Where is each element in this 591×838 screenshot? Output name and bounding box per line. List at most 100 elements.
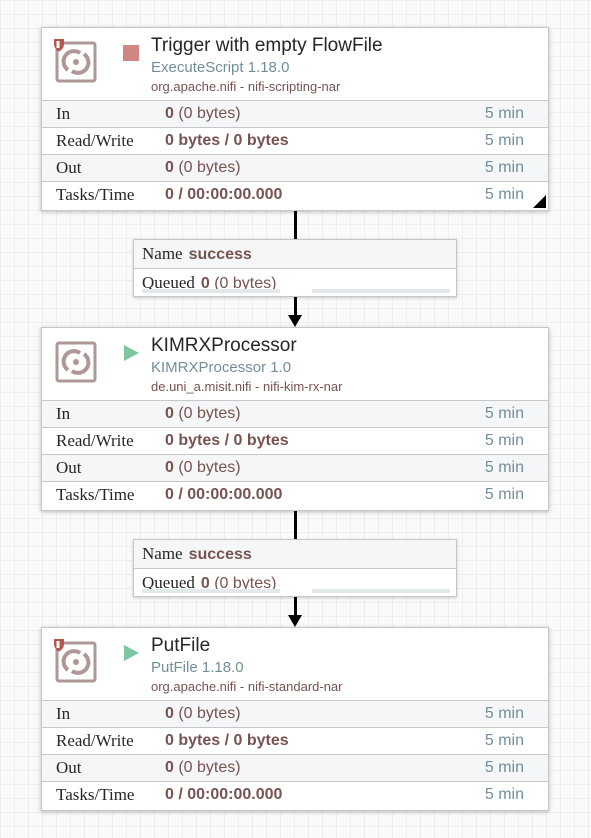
stat-time: 5 min: [484, 705, 524, 722]
connection-arrow-icon: [288, 315, 302, 327]
stat-row-out: Out 0 (0 bytes) 5 min: [42, 455, 548, 482]
stat-label: Tasks/Time: [56, 785, 135, 804]
stat-row-read-write: Read/Write 0 bytes / 0 bytes 5 min: [42, 428, 548, 455]
stat-value: 0 (0 bytes): [165, 155, 241, 181]
processor-bundle: org.apache.nifi - nifi-standard-nar: [151, 679, 343, 694]
processor-kimrx[interactable]: KIMRXProcessor KIMRXProcessor 1.0 de.uni…: [41, 327, 549, 511]
processor-bundle: org.apache.nifi - nifi-scripting-nar: [151, 79, 341, 94]
stat-label: In: [56, 704, 71, 723]
processor-stats: In 0 (0 bytes) 5 min Read/Write 0 bytes …: [42, 400, 548, 508]
processor-header: Trigger with empty FlowFile ExecuteScrip…: [42, 28, 548, 100]
stat-count: 0: [165, 705, 174, 722]
stat-size: (0 bytes): [173, 405, 241, 422]
backpressure-size-bar: [312, 289, 450, 293]
stat-value: 0 / 00:00:00.000: [165, 782, 282, 808]
stat-bold-value: 0 / 00:00:00.000: [165, 786, 283, 803]
processor-bundle: de.uni_a.misit.nifi - nifi-kim-rx-nar: [151, 379, 343, 394]
connection-name: success: [189, 246, 252, 263]
stat-count: 0: [165, 159, 174, 176]
stat-label: In: [56, 104, 71, 123]
stat-value: 0 bytes / 0 bytes: [165, 428, 289, 454]
running-icon: [124, 645, 139, 661]
connection-label-box[interactable]: Name success Queued 0 (0 bytes): [133, 239, 457, 297]
stat-time: 5 min: [484, 132, 524, 149]
processor-type: ExecuteScript 1.18.0: [151, 59, 290, 76]
processor-icon: [55, 341, 97, 383]
stat-size: (0 bytes): [173, 105, 241, 122]
stat-time: 5 min: [484, 432, 524, 449]
backpressure-count-bar: [142, 589, 280, 593]
stat-row-tasks: Tasks/Time 0 / 00:00:00.000 5 min: [42, 482, 548, 508]
stat-label: Read/Write: [56, 131, 134, 150]
stat-value: 0 (0 bytes): [165, 401, 241, 427]
restricted-shield-icon: [54, 639, 64, 652]
processor-putfile[interactable]: PutFile PutFile 1.18.0 org.apache.nifi -…: [41, 627, 549, 811]
stat-label: Tasks/Time: [56, 185, 135, 204]
connection-label-box[interactable]: Name success Queued 0 (0 bytes): [133, 539, 457, 597]
stat-size: (0 bytes): [173, 705, 241, 722]
processor-header: KIMRXProcessor KIMRXProcessor 1.0 de.uni…: [42, 328, 548, 400]
stat-bold-value: 0 bytes / 0 bytes: [165, 432, 289, 449]
stat-row-tasks: Tasks/Time 0 / 00:00:00.000 5 min: [42, 782, 548, 808]
stat-row-tasks: Tasks/Time 0 / 00:00:00.000 5 min: [42, 182, 548, 208]
stat-bold-value: 0 bytes / 0 bytes: [165, 132, 289, 149]
stat-value: 0 bytes / 0 bytes: [165, 128, 289, 154]
backpressure-size-bar: [312, 589, 450, 593]
stat-value: 0 bytes / 0 bytes: [165, 728, 289, 754]
stat-row-in: In 0 (0 bytes) 5 min: [42, 401, 548, 428]
processor-name: KIMRXProcessor: [151, 335, 297, 356]
running-icon: [124, 345, 139, 361]
stat-time: 5 min: [484, 759, 524, 776]
processor-header: PutFile PutFile 1.18.0 org.apache.nifi -…: [42, 628, 548, 700]
stat-time: 5 min: [484, 732, 524, 749]
stat-value: 0 / 00:00:00.000: [165, 482, 282, 508]
stat-time: 5 min: [484, 405, 524, 422]
resize-corner-icon: [533, 195, 546, 208]
stat-value: 0 (0 bytes): [165, 101, 241, 127]
stat-label: Out: [56, 458, 82, 477]
stat-count: 0: [165, 105, 174, 122]
processor-type: KIMRXProcessor 1.0: [151, 359, 292, 376]
connection-name-row: Name success: [134, 240, 456, 269]
stat-size: (0 bytes): [173, 459, 241, 476]
stat-row-read-write: Read/Write 0 bytes / 0 bytes 5 min: [42, 128, 548, 155]
stat-time: 5 min: [484, 186, 524, 203]
connection-name-label: Name: [142, 244, 183, 263]
stopped-icon: [122, 44, 140, 62]
stat-time: 5 min: [484, 105, 524, 122]
processor-name: Trigger with empty FlowFile: [151, 35, 383, 56]
stat-time: 5 min: [484, 459, 524, 476]
stat-bold-value: 0 / 00:00:00.000: [165, 486, 283, 503]
stat-count: 0: [165, 759, 174, 776]
stat-label: In: [56, 404, 71, 423]
stat-row-in: In 0 (0 bytes) 5 min: [42, 101, 548, 128]
stat-value: 0 (0 bytes): [165, 755, 241, 781]
stat-bold-value: 0 bytes / 0 bytes: [165, 732, 289, 749]
stat-label: Read/Write: [56, 431, 134, 450]
stat-value: 0 (0 bytes): [165, 701, 241, 727]
stat-count: 0: [165, 405, 174, 422]
stat-count: 0: [165, 459, 174, 476]
connection-arrow-icon: [288, 615, 302, 627]
connection-name-row: Name success: [134, 540, 456, 569]
stat-row-in: In 0 (0 bytes) 5 min: [42, 701, 548, 728]
restricted-shield-icon: [54, 39, 64, 52]
connection-name-value: success: [188, 246, 252, 263]
stat-time: 5 min: [484, 486, 524, 503]
processor-name: PutFile: [151, 635, 211, 656]
connection-name-label: Name: [142, 544, 183, 563]
stat-row-out: Out 0 (0 bytes) 5 min: [42, 755, 548, 782]
stat-label: Out: [56, 158, 82, 177]
stat-value: 0 (0 bytes): [165, 455, 241, 481]
processor-stats: In 0 (0 bytes) 5 min Read/Write 0 bytes …: [42, 100, 548, 208]
stat-size: (0 bytes): [173, 759, 241, 776]
processor-stats: In 0 (0 bytes) 5 min Read/Write 0 bytes …: [42, 700, 548, 808]
processor-type: PutFile 1.18.0: [151, 659, 244, 676]
processor-execute-script[interactable]: Trigger with empty FlowFile ExecuteScrip…: [41, 27, 549, 211]
stat-row-read-write: Read/Write 0 bytes / 0 bytes 5 min: [42, 728, 548, 755]
connection-name: success: [189, 546, 252, 563]
backpressure-count-bar: [142, 289, 280, 293]
stat-label: Tasks/Time: [56, 485, 135, 504]
stat-bold-value: 0 / 00:00:00.000: [165, 186, 283, 203]
stat-time: 5 min: [484, 786, 524, 803]
